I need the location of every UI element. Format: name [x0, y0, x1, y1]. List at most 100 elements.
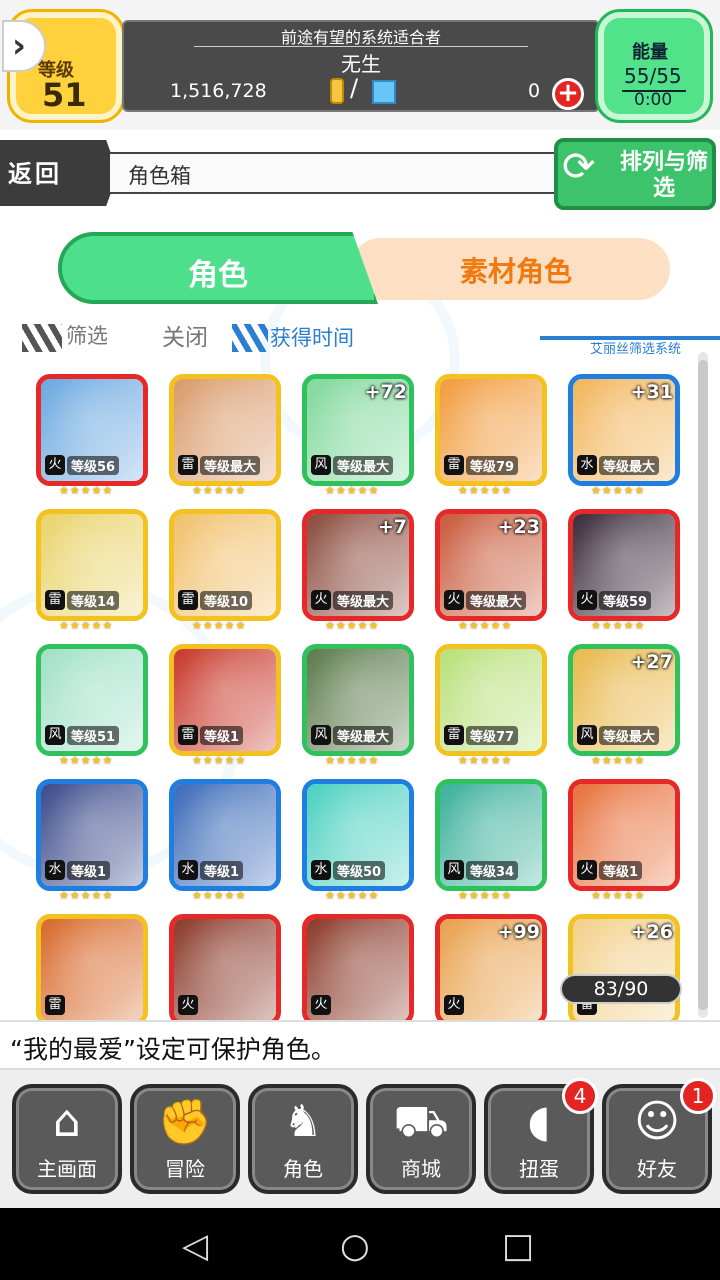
element-icon: 水 [178, 860, 198, 880]
character-card[interactable]: 雷等级1 ★★★★★ [169, 644, 281, 767]
character-level: 等级77 [466, 726, 519, 745]
element-icon: 水 [577, 455, 597, 475]
star-rating: ★★★★★ [591, 619, 646, 632]
nav-button-1[interactable]: ⌂ 主画面 [12, 1084, 122, 1194]
home-icon: ⌂ [53, 1096, 81, 1147]
sort-order-label[interactable]: 获得时间 [270, 322, 354, 352]
android-back-icon[interactable]: ◁ [182, 1226, 208, 1266]
filter-state[interactable]: 关闭 [162, 318, 208, 352]
element-icon: 风 [444, 860, 464, 880]
character-level: 等级最大 [599, 726, 660, 745]
element-icon: 风 [577, 725, 597, 745]
character-card[interactable]: 火 [302, 914, 414, 1020]
energy-timer: 0:00 [634, 90, 673, 110]
player-info-bar: 前途有望的系统适合者 无生 1,516,728 / 0 + [122, 20, 600, 112]
character-level: 等级最大 [333, 456, 394, 475]
tab-material-characters[interactable]: 素材角色 [350, 238, 670, 300]
character-card[interactable]: 火等级56 ★★★★★ [36, 374, 148, 497]
character-level: 等级最大 [599, 456, 660, 475]
character-level: 等级59 [599, 591, 652, 610]
character-card[interactable]: 雷等级10 ★★★★★ [169, 509, 281, 632]
character-level: 等级最大 [333, 591, 394, 610]
element-icon: 水 [45, 860, 65, 880]
cart-icon: ⛟ [393, 1096, 449, 1147]
character-grid: 火等级56 ★★★★★ 雷等级最大 ★★★★★ 风等级最大 +72 ★★★★★ 雷等级79 ★★… [36, 374, 688, 1020]
back-button[interactable]: 返回 [0, 140, 118, 206]
character-level: 等级最大 [200, 456, 261, 475]
player-name: 无生 [341, 52, 381, 76]
character-level: 等级1 [200, 726, 244, 745]
element-icon: 雷 [45, 995, 65, 1015]
character-level: 等级50 [333, 861, 386, 880]
gem-amount: 0 [528, 80, 541, 102]
energy-box[interactable]: 能量 55/55 0:00 [598, 12, 710, 120]
gold-amount: 1,516,728 [170, 80, 267, 102]
tip-bar: “我的最爱”设定可保护角色。 [0, 1020, 720, 1070]
character-card[interactable]: 雷 +26 [568, 914, 680, 1020]
character-card[interactable]: 火等级1 ★★★★★ [568, 779, 680, 902]
plus-value: +23 [497, 516, 540, 538]
plus-value: +72 [364, 381, 407, 403]
character-card[interactable]: 雷 [36, 914, 148, 1020]
element-icon: 雷 [444, 455, 464, 475]
character-card[interactable]: 风等级最大 +27 ★★★★★ [568, 644, 680, 767]
character-card[interactable]: 风等级最大 ★★★★★ [302, 644, 414, 767]
character-card[interactable]: 雷等级最大 ★★★★★ [169, 374, 281, 497]
plus-value: +99 [497, 921, 540, 943]
nav-button-3[interactable]: ♞ 角色 [248, 1084, 358, 1194]
nav-button-2[interactable]: ✊ 冒险 [130, 1084, 240, 1194]
nav-button-6[interactable]: ☺ 好友 1 [602, 1078, 716, 1194]
scrollbar-thumb[interactable] [698, 360, 708, 1010]
plus-value: +7 [377, 516, 407, 538]
character-card[interactable]: 火等级最大 +7 ★★★★★ [302, 509, 414, 632]
filter-label[interactable]: 筛选 [66, 320, 108, 350]
character-card[interactable]: 火等级59 ★★★★★ [568, 509, 680, 632]
character-card[interactable]: 火等级最大 +23 ★★★★★ [435, 509, 547, 632]
bottom-nav: ⌂ 主画面 ✊ 冒险 ♞ 角色 ⛟ 商城 ◖ 扭蛋 4 ☺ 好友 1 [0, 1070, 720, 1208]
character-level: 等级79 [466, 456, 519, 475]
star-rating: ★★★★★ [59, 754, 114, 767]
back-label: 返回 [8, 160, 62, 188]
star-rating: ★★★★★ [591, 754, 646, 767]
character-card[interactable]: 火 +99 [435, 914, 547, 1020]
tip-text: “我的最爱”设定可保护角色。 [10, 1035, 336, 1064]
character-card[interactable]: 雷等级77 ★★★★★ [435, 644, 547, 767]
element-icon: 雷 [178, 590, 198, 610]
character-card[interactable]: 水等级1 ★★★★★ [36, 779, 148, 902]
sort-filter-button[interactable]: ⟳ 排列与筛选 [554, 138, 716, 210]
character-card[interactable]: 水等级最大 +31 ★★★★★ [568, 374, 680, 497]
character-card[interactable]: 雷等级79 ★★★★★ [435, 374, 547, 497]
nav-button-5[interactable]: ◖ 扭蛋 4 [484, 1078, 598, 1194]
status-header: 等级 51 › 前途有望的系统适合者 无生 1,516,728 / 0 + 能量… [0, 0, 720, 130]
element-icon: 火 [577, 590, 597, 610]
character-card[interactable]: 风等级51 ★★★★★ [36, 644, 148, 767]
element-icon: 雷 [45, 590, 65, 610]
star-rating: ★★★★★ [192, 484, 247, 497]
screen: { "header": { "level_label": "等级", "leve… [0, 0, 720, 1280]
sort-filter-label: 排列与筛选 [619, 150, 708, 201]
buy-gems-button[interactable]: + [552, 78, 584, 110]
android-home-icon[interactable]: ○ [340, 1226, 370, 1266]
gem-icon [372, 80, 396, 104]
star-rating: ★★★★★ [325, 619, 380, 632]
tab-characters[interactable]: 角色 [58, 232, 378, 304]
notification-badge: 4 [562, 1078, 598, 1114]
plus-value: +26 [630, 921, 673, 943]
plus-value: +31 [630, 381, 673, 403]
box-count: 83/90 [560, 974, 682, 1004]
element-icon: 火 [311, 995, 331, 1015]
filter-decoration [22, 324, 62, 352]
nav-label: 冒险 [165, 1157, 205, 1181]
character-card[interactable]: 风等级34 ★★★★★ [435, 779, 547, 902]
character-card[interactable]: 水等级50 ★★★★★ [302, 779, 414, 902]
element-icon: 火 [577, 860, 597, 880]
android-recent-icon[interactable]: □ [502, 1226, 534, 1266]
character-card[interactable]: 水等级1 ★★★★★ [169, 779, 281, 902]
character-card[interactable]: 火 [169, 914, 281, 1020]
nav-button-4[interactable]: ⛟ 商城 [366, 1084, 476, 1194]
star-rating: ★★★★★ [458, 889, 513, 902]
rabbit-icon: ⟳ [562, 144, 596, 190]
character-card[interactable]: 雷等级14 ★★★★★ [36, 509, 148, 632]
element-icon: 雷 [444, 725, 464, 745]
character-card[interactable]: 风等级最大 +72 ★★★★★ [302, 374, 414, 497]
